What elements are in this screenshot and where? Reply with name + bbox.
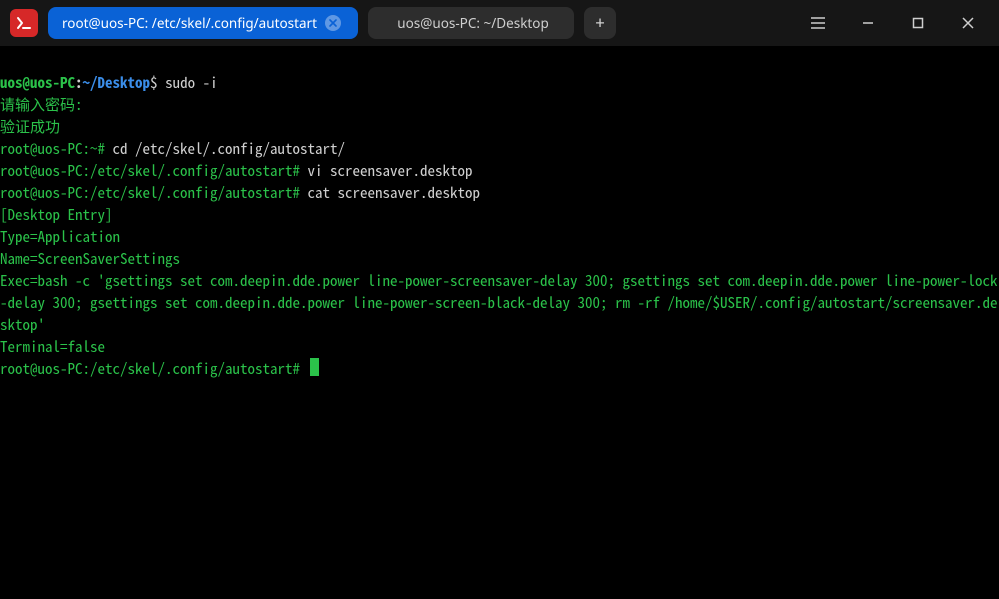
app-terminal-icon [10, 9, 38, 37]
auth-success: 验证成功 [0, 116, 60, 137]
prompt-path: ~/Desktop [83, 72, 151, 93]
cursor [310, 358, 319, 376]
password-prompt: 请输入密码: [0, 94, 83, 115]
root-prompt-line: root@uos-PC:/etc/skel/.config/autostart# [0, 358, 319, 379]
tab-label: uos@uos-PC: ~/Desktop [397, 14, 549, 32]
tab-inactive[interactable]: uos@uos-PC: ~/Desktop [368, 7, 574, 39]
tab-label: root@uos-PC: /etc/skel/.config/autostart [62, 14, 317, 32]
typed-command: sudo -i [165, 72, 218, 93]
close-button[interactable] [943, 0, 993, 46]
prompt-line: uos@uos-PC:~/Desktop$ sudo -i [0, 72, 218, 93]
tab-active[interactable]: root@uos-PC: /etc/skel/.config/autostart [48, 7, 358, 39]
prompt-user: uos@uos-PC [0, 72, 75, 93]
typed-command: cd /etc/skel/.config/autostart/ [113, 138, 346, 159]
file-output-line: Type=Application [0, 226, 120, 247]
window-controls [793, 0, 993, 46]
root-prompt-line: root@uos-PC:/etc/skel/.config/autostart#… [0, 160, 473, 181]
minimize-button[interactable] [843, 0, 893, 46]
root-prompt-prefix: root@uos-PC:/etc/skel/.config/autostart# [0, 160, 300, 181]
root-prompt-prefix: root@uos-PC:/etc/skel/.config/autostart# [0, 182, 300, 203]
prompt-symbol: $ [150, 72, 158, 93]
root-prompt-prefix: root@uos-PC:/etc/skel/.config/autostart# [0, 358, 300, 379]
root-prompt-line: root@uos-PC:~# cd /etc/skel/.config/auto… [0, 138, 345, 159]
new-tab-button[interactable]: + [584, 7, 616, 39]
menu-button[interactable] [793, 0, 843, 46]
terminal-output[interactable]: uos@uos-PC:~/Desktop$ sudo -i 请输入密码: 验证成… [0, 46, 999, 380]
file-output-line: Terminal=false [0, 336, 105, 357]
titlebar: root@uos-PC: /etc/skel/.config/autostart… [0, 0, 999, 46]
typed-command: vi screensaver.desktop [308, 160, 473, 181]
root-prompt-prefix: root@uos-PC:~# [0, 138, 105, 159]
close-icon[interactable] [325, 15, 341, 31]
file-output-line: Exec=bash -c 'gsettings set com.deepin.d… [0, 270, 998, 335]
file-output-line: [Desktop Entry] [0, 204, 113, 225]
tab-strip: root@uos-PC: /etc/skel/.config/autostart… [48, 7, 616, 39]
plus-icon: + [595, 11, 606, 35]
file-output-line: Name=ScreenSaverSettings [0, 248, 180, 269]
typed-command: cat screensaver.desktop [308, 182, 481, 203]
maximize-button[interactable] [893, 0, 943, 46]
prompt-sep: : [75, 72, 83, 93]
root-prompt-line: root@uos-PC:/etc/skel/.config/autostart#… [0, 182, 480, 203]
